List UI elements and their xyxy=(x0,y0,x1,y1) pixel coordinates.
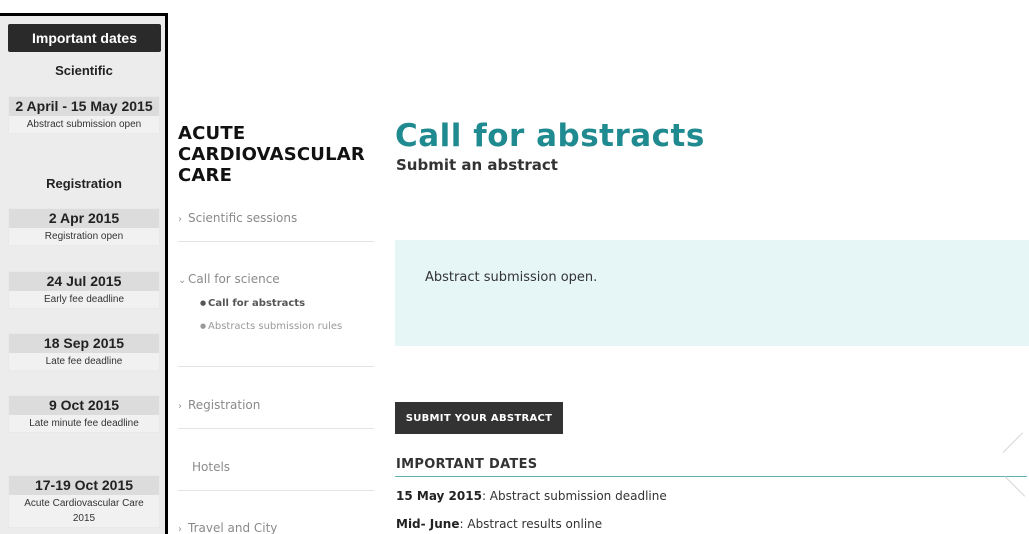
date-item-label: Acute Cardiovascular Care xyxy=(9,495,159,511)
decorative-line xyxy=(1002,432,1024,453)
date-item-late-fee: 18 Sep 2015 Late fee deadline xyxy=(8,333,160,371)
decorative-line xyxy=(1004,476,1026,497)
notice-text: Abstract submission open. xyxy=(425,270,598,285)
nav-item-scientific-sessions[interactable]: › Scientific sessions xyxy=(178,211,374,225)
bullet-icon: ● xyxy=(200,322,207,330)
chevron-right-icon: › xyxy=(178,524,182,534)
nav-divider xyxy=(178,428,374,429)
nav-item-hotels[interactable]: Hotels xyxy=(178,460,374,474)
date-item-label: Early fee deadline xyxy=(9,291,159,308)
submit-abstract-button[interactable]: SUBMIT YOUR ABSTRACT xyxy=(395,402,563,434)
date-item-date: 9 Oct 2015 xyxy=(9,396,159,415)
date-item-date: 18 Sep 2015 xyxy=(9,334,159,353)
scientific-section-title: Scientific xyxy=(55,63,113,78)
chevron-right-icon: › xyxy=(178,214,182,225)
bullet-icon: ● xyxy=(200,299,207,307)
notice-box: Abstract submission open. xyxy=(395,240,1029,346)
nav-item-call-for-science[interactable]: ⌄ Call for science xyxy=(178,272,374,286)
section-divider xyxy=(395,476,1027,477)
date-item-registration-open: 2 Apr 2015 Registration open xyxy=(8,208,160,246)
nav-subitem-label: Abstracts submission rules xyxy=(208,321,343,332)
nav-subitem-abstracts-submission-rules[interactable]: ● Abstracts submission rules xyxy=(200,321,342,332)
date-item-date: 17-19 Oct 2015 xyxy=(9,476,159,495)
nav-item-label: Call for science xyxy=(188,272,280,286)
date-item-late-minute-fee: 9 Oct 2015 Late minute fee deadline xyxy=(8,395,160,433)
nav-item-travel-and-city[interactable]: › Travel and City xyxy=(178,521,374,534)
site-title-line: CARE xyxy=(178,165,233,186)
important-date-key: Mid- June xyxy=(396,517,460,531)
nav-divider xyxy=(178,366,374,367)
nav-item-label: Hotels xyxy=(192,460,231,474)
registration-section-title: Registration xyxy=(46,176,122,191)
site-title-line: ACUTE xyxy=(178,123,246,144)
date-item-date: 2 April - 15 May 2015 xyxy=(9,97,159,116)
nav-item-label: Scientific sessions xyxy=(188,211,298,225)
date-item-label: Late fee deadline xyxy=(9,353,159,370)
important-date-key: 15 May 2015 xyxy=(396,489,482,503)
chevron-right-icon: › xyxy=(178,401,182,412)
date-item-event: 17-19 Oct 2015 Acute Cardiovascular Care… xyxy=(8,475,160,528)
date-item-label-2: 2015 xyxy=(9,511,159,527)
chevron-down-icon: ⌄ xyxy=(178,275,187,286)
nav-subitem-label: Call for abstracts xyxy=(208,298,306,309)
nav-subitem-call-for-abstracts[interactable]: ● Call for abstracts xyxy=(200,298,305,309)
date-item-early-fee: 24 Jul 2015 Early fee deadline xyxy=(8,271,160,309)
date-item-label: Late minute fee deadline xyxy=(9,415,159,432)
date-item-label: Registration open xyxy=(9,228,159,245)
page-subtitle: Submit an abstract xyxy=(396,156,558,174)
date-item-label: Abstract submission open xyxy=(9,116,159,133)
date-item-abstract-submission: 2 April - 15 May 2015 Abstract submissio… xyxy=(8,96,160,134)
nav-divider xyxy=(178,241,374,242)
date-item-date: 2 Apr 2015 xyxy=(9,209,159,228)
important-date-value: : Abstract submission deadline xyxy=(481,489,667,503)
important-date-line: Mid- June: Abstract results online xyxy=(396,517,602,531)
nav-item-label: Travel and City xyxy=(188,521,278,534)
important-date-value: : Abstract results online xyxy=(459,517,603,531)
nav-divider xyxy=(178,490,374,491)
date-item-date: 24 Jul 2015 xyxy=(9,272,159,291)
site-title[interactable]: ACUTE CARDIOVASCULAR CARE xyxy=(178,123,378,186)
important-dates-header: Important dates xyxy=(8,24,161,52)
nav-item-label: Registration xyxy=(188,398,261,412)
important-date-line: 15 May 2015: Abstract submission deadlin… xyxy=(396,489,667,503)
site-title-line: CARDIOVASCULAR xyxy=(178,144,365,165)
nav-item-registration[interactable]: › Registration xyxy=(178,398,374,412)
important-dates-heading: IMPORTANT DATES xyxy=(396,457,538,472)
page-title: Call for abstracts xyxy=(395,118,705,154)
